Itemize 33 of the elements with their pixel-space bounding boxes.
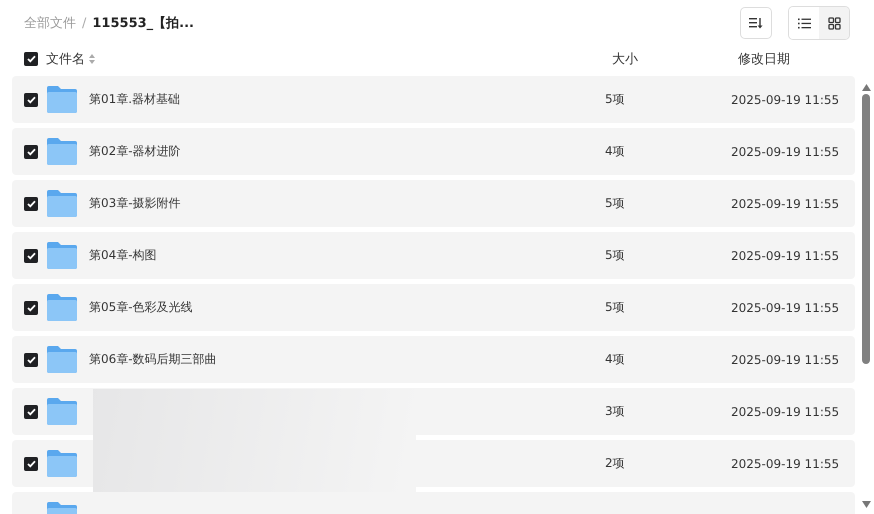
item-count: 4项	[605, 352, 625, 366]
breadcrumb-separator: /	[82, 16, 86, 30]
modified-date: 2025-09-19 11:55	[731, 248, 840, 262]
modified-date: 2025-09-19 11:55	[731, 456, 840, 470]
breadcrumb-item: 115553_【拍...	[92, 15, 194, 32]
item-count: 3项	[605, 404, 625, 418]
modified-date: 2025-09-19 11:55	[731, 404, 840, 418]
folder-row[interactable]: 第06章-数码后期三部曲 4项 2025-09-19 11:55	[12, 336, 855, 383]
modified-date: 2025-09-19 11:55	[731, 300, 840, 314]
folder-row[interactable]: 第03章-摄影附件 5项 2025-09-19 11:55	[12, 180, 855, 227]
folder-name[interactable]: 第03章-摄影附件	[89, 196, 181, 210]
item-count: 5项	[605, 248, 625, 262]
date-column-header: 修改日期	[738, 51, 791, 68]
folder-name[interactable]: 第02章-器材进阶	[89, 144, 181, 158]
modified-date: 2025-09-19 11:55	[731, 196, 840, 210]
item-count: 5项	[605, 92, 625, 106]
folder-name[interactable]: 第01章.器材基础	[89, 92, 180, 106]
folder-row[interactable]: 第02章-器材进阶 4项 2025-09-19 11:55	[12, 128, 855, 175]
modified-date: 2025-09-19 11:55	[731, 352, 840, 366]
size-column-header: 大小	[612, 51, 639, 68]
folder-name[interactable]: 第05章-色彩及光线	[89, 300, 193, 314]
item-count: 4项	[605, 144, 625, 158]
item-count: 5项	[605, 300, 625, 314]
item-count: 2项	[605, 456, 625, 470]
modified-date: 2025-09-19 11:55	[731, 144, 840, 158]
folder-name[interactable]: 第06章-数码后期三部曲	[89, 352, 217, 366]
name-column-header[interactable]: 文件名	[46, 50, 85, 68]
folder-name[interactable]: 第04章-构图	[89, 248, 157, 262]
folder-row[interactable]: 第05章-色彩及光线 5项 2025-09-19 11:55	[12, 284, 855, 331]
folder-row[interactable]: 第01章.器材基础 5项 2025-09-19 11:55	[12, 76, 855, 123]
folder-row[interactable]: 第04章-构图 5项 2025-09-19 11:55	[12, 232, 855, 279]
item-count: 5项	[605, 196, 625, 210]
modified-date: 2025-09-19 11:55	[731, 92, 840, 106]
